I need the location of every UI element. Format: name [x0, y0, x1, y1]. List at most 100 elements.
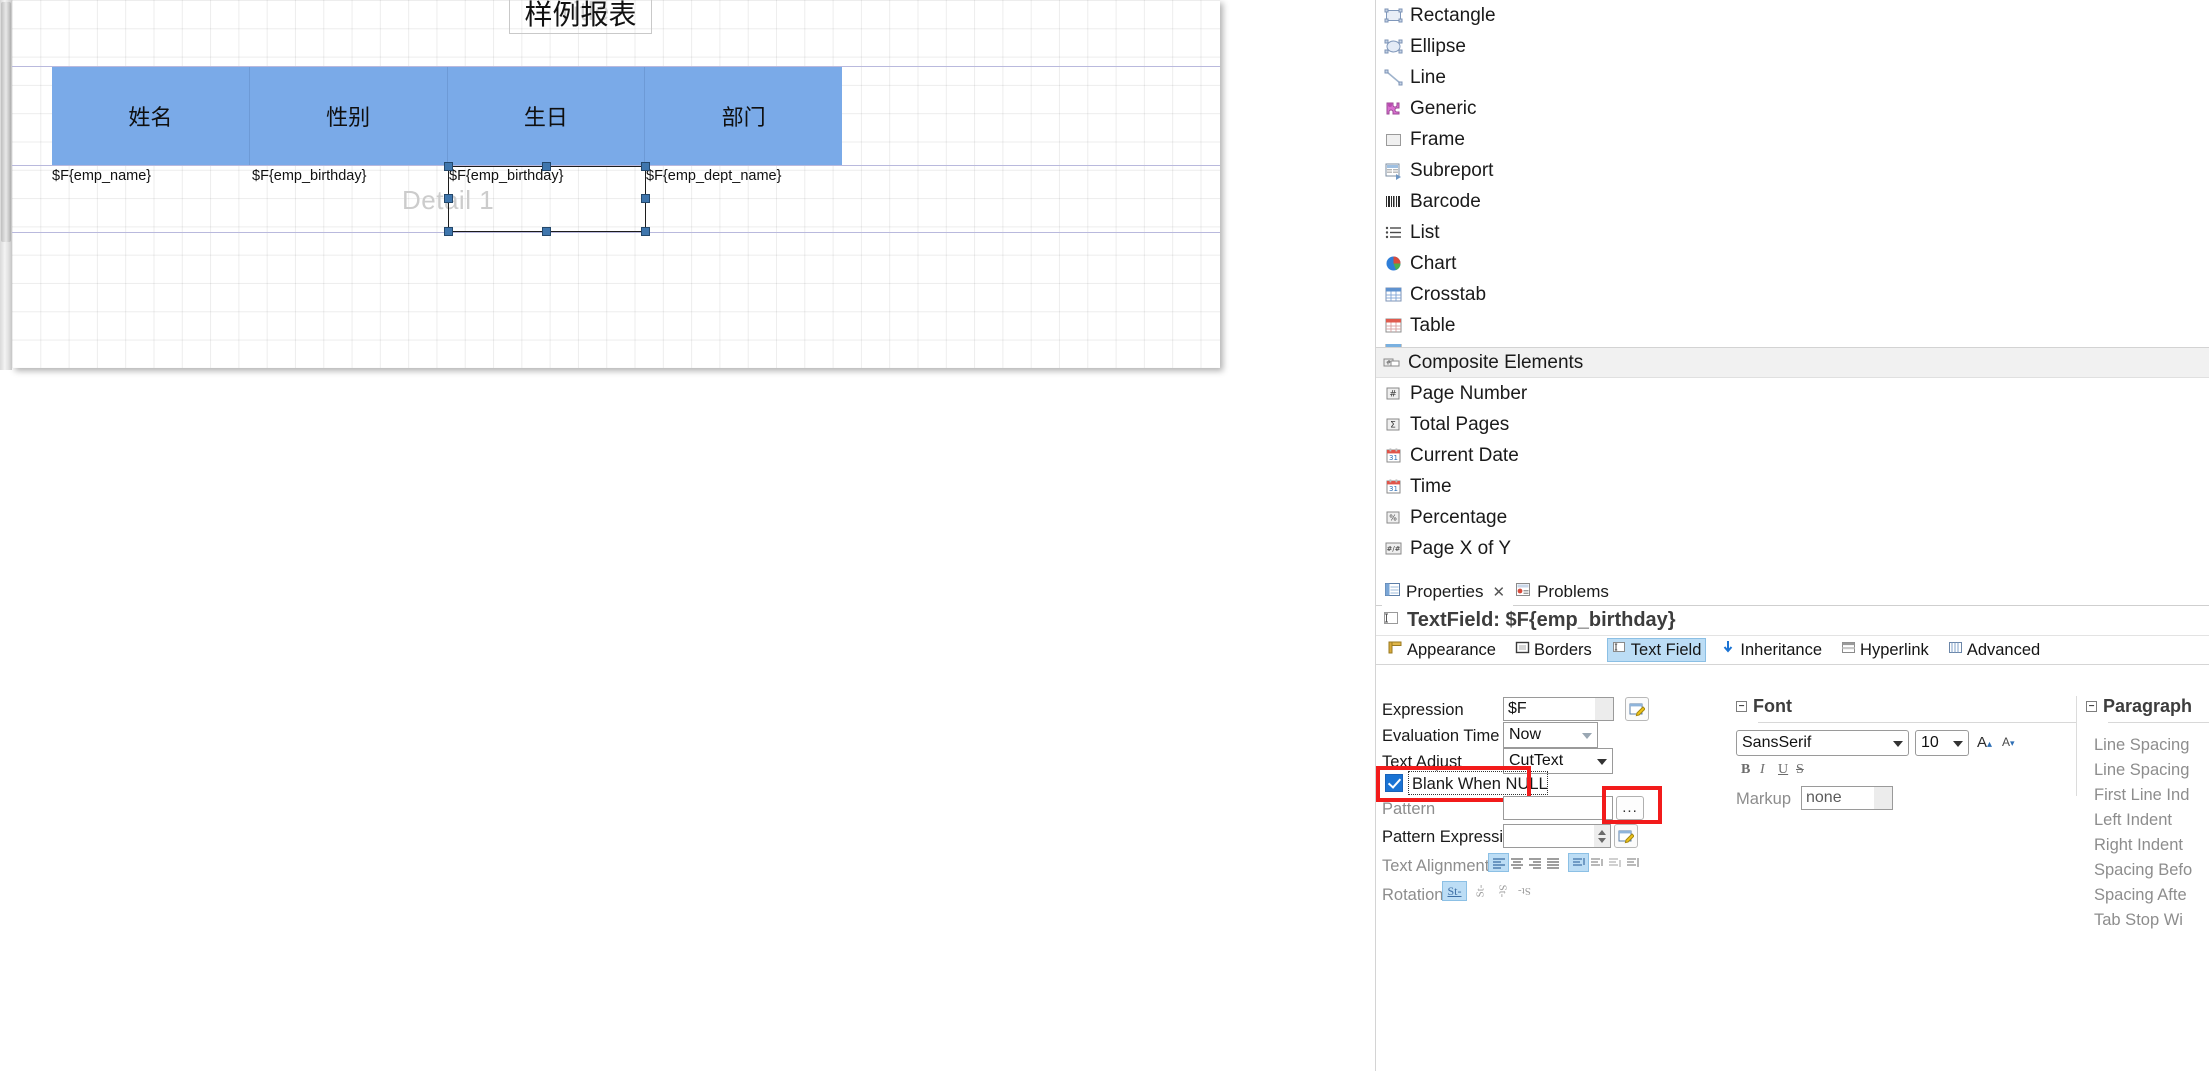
header-cell-birthday[interactable]: 生日: [448, 67, 646, 165]
selected-element-outline[interactable]: [448, 166, 646, 232]
tab-advanced[interactable]: Advanced: [1944, 638, 2044, 662]
palette-item-page-x-of-y[interactable]: #/# Page X of Y: [1376, 533, 2209, 564]
palette-item-frame[interactable]: Frame: [1376, 124, 2209, 155]
tab-text-field[interactable]: Text Field: [1607, 638, 1707, 662]
tab-appearance[interactable]: Appearance: [1384, 638, 1500, 662]
chevron-down-icon: [1582, 733, 1592, 739]
palette-item-generic[interactable]: Generic: [1376, 93, 2209, 124]
first-line-indent-label: First Line Ind: [2094, 786, 2189, 805]
collapse-icon[interactable]: −: [1736, 701, 1747, 712]
header-cell-department[interactable]: 部门: [645, 67, 842, 165]
expression-grip: [1595, 698, 1613, 720]
inheritance-icon: [1721, 640, 1736, 660]
palette-item-rectangle[interactable]: Rectangle: [1376, 0, 2209, 31]
chart-icon: [1384, 254, 1403, 273]
palette-item-time[interactable]: 31 Time: [1376, 471, 2209, 502]
palette-item-ellipse[interactable]: Ellipse: [1376, 31, 2209, 62]
crosstab-icon: [1384, 285, 1403, 304]
property-sub-tab-bar: Appearance Borders Text Field: [1376, 636, 2209, 665]
resize-handle-n[interactable]: [542, 162, 551, 171]
decrease-font-size-button[interactable]: A▾: [2002, 735, 2015, 749]
palette-item-label: Ellipse: [1410, 36, 1466, 58]
report-page[interactable]: Title 样例报表 姓名 性别 生日 部门 Detail 1 $F{emp_n…: [12, 0, 1220, 368]
spinner-up-icon[interactable]: [1598, 830, 1606, 835]
close-icon[interactable]: ✕: [1492, 583, 1505, 601]
palette-item-list[interactable]: List: [1376, 217, 2209, 248]
rotation-left-button[interactable]: St-: [1470, 881, 1491, 900]
canvas-vertical-scrollbar[interactable]: [0, 0, 12, 370]
palette-item-total-pages[interactable]: Σ Total Pages: [1376, 409, 2209, 440]
increase-font-size-button[interactable]: A▴: [1977, 734, 1992, 751]
rotation-none-button[interactable]: St-: [1442, 881, 1467, 901]
align-justify-button[interactable]: [1542, 853, 1563, 872]
palette-item-label: Barcode: [1410, 191, 1481, 213]
valign-justify-button[interactable]: [1622, 853, 1643, 872]
tab-borders[interactable]: Borders: [1511, 638, 1596, 662]
palette-item-subreport[interactable]: Subreport: [1376, 155, 2209, 186]
palette-group-composite-elements[interactable]: # Composite Elements: [1376, 347, 2209, 378]
canvas-scrollbar-thumb[interactable]: [1, 2, 11, 242]
expression-input[interactable]: $F: [1503, 697, 1614, 721]
pattern-input[interactable]: [1503, 796, 1613, 820]
font-section-header[interactable]: − Font: [1736, 696, 1792, 717]
detail-field-emp-name[interactable]: $F{emp_name}: [52, 168, 151, 184]
tab-inheritance[interactable]: Inheritance: [1717, 638, 1826, 662]
palette-item-label: Current Date: [1410, 445, 1519, 467]
strikethrough-button[interactable]: S: [1796, 762, 1804, 778]
rotation-upside-down-button[interactable]: St-: [1514, 881, 1535, 900]
svg-text:31: 31: [1389, 485, 1398, 493]
report-title-textfield[interactable]: 样例报表: [509, 0, 652, 34]
palette-item-chart[interactable]: Chart: [1376, 248, 2209, 279]
rotation-right-button[interactable]: St-: [1492, 881, 1513, 900]
evaluation-time-value: Now: [1509, 726, 1541, 744]
bold-button[interactable]: B: [1741, 762, 1750, 778]
resize-handle-e[interactable]: [641, 194, 650, 203]
resize-handle-s[interactable]: [542, 227, 551, 236]
palette-item-crosstab[interactable]: Crosstab: [1376, 279, 2209, 310]
pattern-expression-editor-button[interactable]: [1614, 824, 1638, 848]
palette-item-page-number[interactable]: # Page Number: [1376, 378, 2209, 409]
svg-text:#: #: [1389, 390, 1397, 400]
report-page-container: Title 样例报表 姓名 性别 生日 部门 Detail 1 $F{emp_n…: [12, 0, 1222, 370]
paragraph-section: − Paragraph Line Spacing Line Spacing Fi…: [2086, 696, 2209, 966]
header-cell-gender[interactable]: 性别: [250, 67, 448, 165]
evaluation-time-select[interactable]: Now: [1503, 722, 1598, 748]
palette-item-line[interactable]: Line: [1376, 62, 2209, 93]
tab-problems[interactable]: Problems: [1513, 579, 1617, 605]
pattern-expression-input[interactable]: [1503, 824, 1595, 848]
detail-field-emp-dept[interactable]: $F{emp_dept_name}: [646, 168, 781, 184]
resize-handle-w[interactable]: [444, 194, 453, 203]
column-header-band[interactable]: 姓名 性别 生日 部门: [52, 67, 842, 165]
palette-item-label: Line: [1410, 67, 1446, 89]
header-cell-name[interactable]: 姓名: [52, 67, 250, 165]
resize-handle-nw[interactable]: [444, 162, 453, 171]
right-indent-label: Right Indent: [2094, 836, 2183, 855]
pattern-expression-spinner[interactable]: [1594, 824, 1611, 848]
resize-handle-se[interactable]: [641, 227, 650, 236]
detail-field-emp-gender[interactable]: $F{emp_birthday}: [252, 168, 366, 184]
expression-editor-button[interactable]: [1625, 697, 1649, 721]
tab-properties[interactable]: Properties ✕: [1382, 579, 1513, 605]
resize-handle-sw[interactable]: [444, 227, 453, 236]
palette-item-current-date[interactable]: 31 Current Date: [1376, 440, 2209, 471]
palette-item-barcode[interactable]: Barcode: [1376, 186, 2209, 217]
spinner-down-icon[interactable]: [1598, 838, 1606, 843]
problems-tab-icon: [1515, 581, 1532, 603]
font-size-select[interactable]: 10: [1915, 730, 1969, 756]
textfield-icon: [1382, 609, 1400, 633]
right-panel: Rectangle Ellipse Line Generic: [1375, 0, 2209, 1071]
composite-group-icon: #: [1382, 353, 1401, 372]
paragraph-section-header[interactable]: − Paragraph: [2086, 696, 2192, 717]
frame-icon: [1384, 130, 1403, 149]
resize-handle-ne[interactable]: [641, 162, 650, 171]
sub-tab-label: Inheritance: [1740, 641, 1822, 660]
tab-hyperlink[interactable]: Hyperlink: [1837, 638, 1933, 662]
palette-item-percentage[interactable]: % Percentage: [1376, 502, 2209, 533]
collapse-icon[interactable]: −: [2086, 701, 2097, 712]
palette-item-table[interactable]: Table: [1376, 310, 2209, 341]
palette-item-label: Percentage: [1410, 507, 1507, 529]
underline-button[interactable]: U: [1778, 762, 1788, 778]
markup-input[interactable]: none: [1801, 786, 1893, 810]
font-family-select[interactable]: SansSerif: [1736, 730, 1909, 756]
italic-button[interactable]: I: [1760, 762, 1765, 778]
